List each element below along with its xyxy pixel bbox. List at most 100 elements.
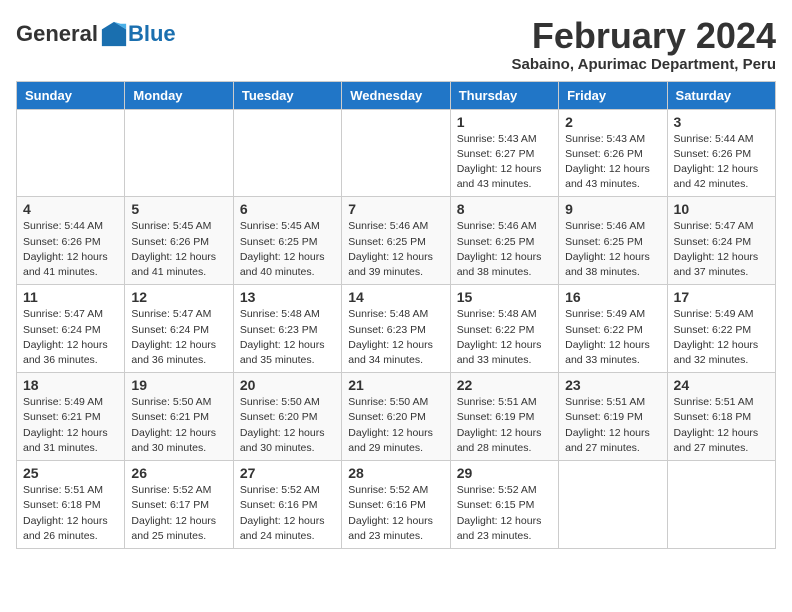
calendar-week-row: 25 Sunrise: 5:51 AM Sunset: 6:18 PM Dayli… [17, 461, 776, 549]
calendar-cell: 8 Sunrise: 5:46 AM Sunset: 6:25 PM Daylig… [450, 197, 558, 285]
calendar-cell: 18Sunrise: 5:49 AM Sunset: 6:21 PM Dayli… [17, 373, 125, 461]
day-info: Sunrise: 5:44 AM Sunset: 6:26 PM Dayligh… [23, 219, 118, 280]
calendar-cell: 7Sunrise: 5:46 AM Sunset: 6:25 PM Daylig… [342, 197, 450, 285]
day-info: Sunrise: 5:49 AM Sunset: 6:22 PM Dayligh… [674, 307, 769, 368]
header-monday: Monday [125, 81, 233, 109]
header-saturday: Saturday [667, 81, 775, 109]
calendar-cell: 20 Sunrise: 5:50 AM Sunset: 6:20 PM Dayli… [233, 373, 341, 461]
calendar-week-row: 11 Sunrise: 5:47 AM Sunset: 6:24 PM Dayli… [17, 285, 776, 373]
calendar-week-row: 1 Sunrise: 5:43 AM Sunset: 6:27 PM Daylig… [17, 109, 776, 197]
calendar-cell: 2 Sunrise: 5:43 AM Sunset: 6:26 PM Daylig… [559, 109, 667, 197]
day-number: 17 [674, 289, 769, 305]
day-info: Sunrise: 5:43 AM Sunset: 6:27 PM Dayligh… [457, 132, 552, 193]
calendar-title: February 2024 [511, 16, 776, 56]
day-info: Sunrise: 5:49 AM Sunset: 6:22 PM Dayligh… [565, 307, 660, 368]
day-info: Sunrise: 5:50 AM Sunset: 6:20 PM Dayligh… [240, 395, 335, 456]
calendar-cell: 16 Sunrise: 5:49 AM Sunset: 6:22 PM Dayli… [559, 285, 667, 373]
day-number: 18 [23, 377, 118, 393]
logo-general: General [16, 21, 98, 47]
day-number: 26 [131, 465, 226, 481]
day-number: 23 [565, 377, 660, 393]
day-number: 29 [457, 465, 552, 481]
calendar-cell: 21Sunrise: 5:50 AM Sunset: 6:20 PM Dayli… [342, 373, 450, 461]
day-info: Sunrise: 5:48 AM Sunset: 6:23 PM Dayligh… [240, 307, 335, 368]
day-number: 24 [674, 377, 769, 393]
day-number: 27 [240, 465, 335, 481]
calendar-cell [233, 109, 341, 197]
day-number: 16 [565, 289, 660, 305]
day-number: 2 [565, 114, 660, 130]
day-number: 19 [131, 377, 226, 393]
day-info: Sunrise: 5:51 AM Sunset: 6:18 PM Dayligh… [674, 395, 769, 456]
logo-blue: Blue [128, 21, 176, 47]
day-info: Sunrise: 5:51 AM Sunset: 6:19 PM Dayligh… [565, 395, 660, 456]
day-number: 1 [457, 114, 552, 130]
calendar-cell: 10 Sunrise: 5:47 AM Sunset: 6:24 PM Dayli… [667, 197, 775, 285]
day-number: 11 [23, 289, 118, 305]
day-number: 6 [240, 201, 335, 217]
day-info: Sunrise: 5:45 AM Sunset: 6:25 PM Dayligh… [240, 219, 335, 280]
calendar-cell: 27 Sunrise: 5:52 AM Sunset: 6:16 PM Dayli… [233, 461, 341, 549]
day-info: Sunrise: 5:52 AM Sunset: 6:17 PM Dayligh… [131, 483, 226, 544]
calendar-header-row: SundayMondayTuesdayWednesdayThursdayFrid… [17, 81, 776, 109]
calendar-cell: 5 Sunrise: 5:45 AM Sunset: 6:26 PM Daylig… [125, 197, 233, 285]
calendar-cell: 6 Sunrise: 5:45 AM Sunset: 6:25 PM Daylig… [233, 197, 341, 285]
day-info: Sunrise: 5:43 AM Sunset: 6:26 PM Dayligh… [565, 132, 660, 193]
day-number: 20 [240, 377, 335, 393]
calendar-cell [125, 109, 233, 197]
calendar-cell: 12 Sunrise: 5:47 AM Sunset: 6:24 PM Dayli… [125, 285, 233, 373]
logo: General Blue [16, 20, 176, 48]
calendar-cell [17, 109, 125, 197]
day-info: Sunrise: 5:47 AM Sunset: 6:24 PM Dayligh… [674, 219, 769, 280]
day-number: 25 [23, 465, 118, 481]
calendar-cell: 15 Sunrise: 5:48 AM Sunset: 6:22 PM Dayli… [450, 285, 558, 373]
calendar-cell: 1 Sunrise: 5:43 AM Sunset: 6:27 PM Daylig… [450, 109, 558, 197]
day-number: 28 [348, 465, 443, 481]
calendar-cell: 13 Sunrise: 5:48 AM Sunset: 6:23 PM Dayli… [233, 285, 341, 373]
day-number: 5 [131, 201, 226, 217]
day-info: Sunrise: 5:50 AM Sunset: 6:20 PM Dayligh… [348, 395, 443, 456]
logo-icon [100, 20, 128, 48]
calendar-week-row: 18Sunrise: 5:49 AM Sunset: 6:21 PM Dayli… [17, 373, 776, 461]
header-sunday: Sunday [17, 81, 125, 109]
day-info: Sunrise: 5:46 AM Sunset: 6:25 PM Dayligh… [457, 219, 552, 280]
calendar-cell [342, 109, 450, 197]
day-info: Sunrise: 5:45 AM Sunset: 6:26 PM Dayligh… [131, 219, 226, 280]
calendar-table: SundayMondayTuesdayWednesdayThursdayFrid… [16, 81, 776, 549]
day-number: 10 [674, 201, 769, 217]
day-info: Sunrise: 5:52 AM Sunset: 6:16 PM Dayligh… [348, 483, 443, 544]
day-info: Sunrise: 5:48 AM Sunset: 6:23 PM Dayligh… [348, 307, 443, 368]
day-number: 12 [131, 289, 226, 305]
calendar-cell: 22Sunrise: 5:51 AM Sunset: 6:19 PM Dayli… [450, 373, 558, 461]
calendar-cell: 19Sunrise: 5:50 AM Sunset: 6:21 PM Dayli… [125, 373, 233, 461]
calendar-cell: 4Sunrise: 5:44 AM Sunset: 6:26 PM Daylig… [17, 197, 125, 285]
header-friday: Friday [559, 81, 667, 109]
calendar-week-row: 4Sunrise: 5:44 AM Sunset: 6:26 PM Daylig… [17, 197, 776, 285]
calendar-cell: 23 Sunrise: 5:51 AM Sunset: 6:19 PM Dayli… [559, 373, 667, 461]
calendar-cell [667, 461, 775, 549]
title-area: February 2024 Sabaino, Apurimac Departme… [511, 16, 776, 73]
calendar-cell: 28 Sunrise: 5:52 AM Sunset: 6:16 PM Dayli… [342, 461, 450, 549]
day-number: 9 [565, 201, 660, 217]
day-info: Sunrise: 5:51 AM Sunset: 6:18 PM Dayligh… [23, 483, 118, 544]
calendar-cell: 9Sunrise: 5:46 AM Sunset: 6:25 PM Daylig… [559, 197, 667, 285]
day-number: 8 [457, 201, 552, 217]
header-thursday: Thursday [450, 81, 558, 109]
day-info: Sunrise: 5:51 AM Sunset: 6:19 PM Dayligh… [457, 395, 552, 456]
header-tuesday: Tuesday [233, 81, 341, 109]
calendar-cell: 17 Sunrise: 5:49 AM Sunset: 6:22 PM Dayli… [667, 285, 775, 373]
page-header: General Blue February 2024 Sabaino, Apur… [16, 16, 776, 73]
calendar-cell: 14Sunrise: 5:48 AM Sunset: 6:23 PM Dayli… [342, 285, 450, 373]
calendar-cell: 29Sunrise: 5:52 AM Sunset: 6:15 PM Dayli… [450, 461, 558, 549]
day-number: 3 [674, 114, 769, 130]
calendar-cell [559, 461, 667, 549]
day-number: 7 [348, 201, 443, 217]
day-number: 13 [240, 289, 335, 305]
day-info: Sunrise: 5:52 AM Sunset: 6:16 PM Dayligh… [240, 483, 335, 544]
calendar-subtitle: Sabaino, Apurimac Department, Peru [511, 56, 776, 73]
day-info: Sunrise: 5:47 AM Sunset: 6:24 PM Dayligh… [131, 307, 226, 368]
day-number: 15 [457, 289, 552, 305]
calendar-cell: 11 Sunrise: 5:47 AM Sunset: 6:24 PM Dayli… [17, 285, 125, 373]
day-info: Sunrise: 5:48 AM Sunset: 6:22 PM Dayligh… [457, 307, 552, 368]
day-info: Sunrise: 5:47 AM Sunset: 6:24 PM Dayligh… [23, 307, 118, 368]
